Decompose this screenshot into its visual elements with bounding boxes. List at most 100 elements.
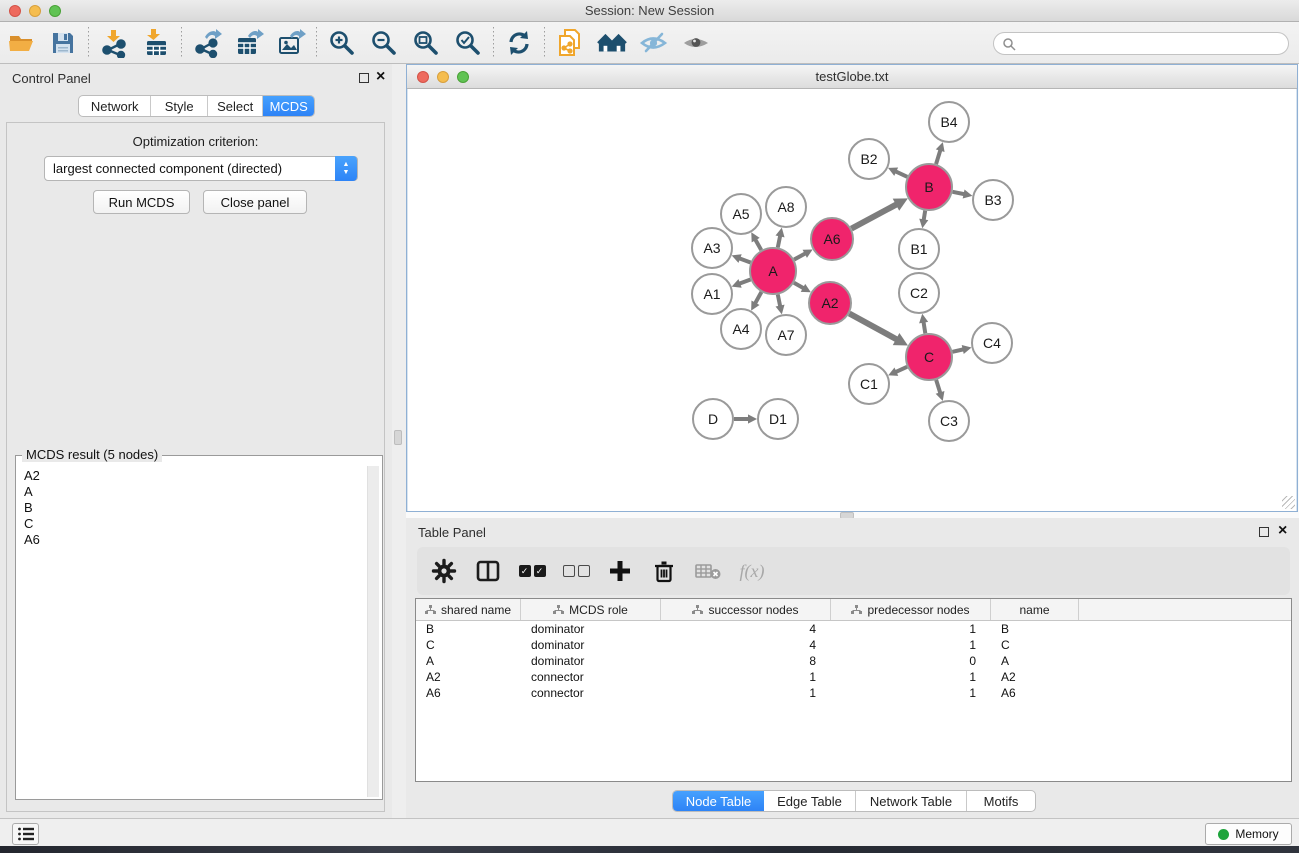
table-cell[interactable]: A6 <box>991 686 1079 700</box>
tab-edge-table[interactable]: Edge Table <box>764 791 856 811</box>
table-row[interactable]: Adominator80A <box>416 653 1291 669</box>
table-cell[interactable]: 1 <box>831 622 991 636</box>
table-row[interactable]: A2connector11A2 <box>416 669 1291 685</box>
graph-edge[interactable] <box>936 149 941 164</box>
graph-edge[interactable] <box>851 203 898 228</box>
export-table-button[interactable] <box>234 28 264 58</box>
table-cell[interactable]: C <box>416 638 521 652</box>
graph-edge[interactable] <box>895 367 907 373</box>
column-header-mcds-role[interactable]: MCDS role <box>521 599 661 620</box>
table-cell[interactable]: A2 <box>416 670 521 684</box>
table-body[interactable]: Bdominator41BCdominator41CAdominator80AA… <box>416 621 1291 701</box>
tab-style[interactable]: Style <box>151 96 208 116</box>
result-scrollbar[interactable] <box>367 466 379 797</box>
save-session-button[interactable] <box>48 28 78 58</box>
table-cell[interactable]: 1 <box>661 686 831 700</box>
table-cell[interactable]: 0 <box>831 654 991 668</box>
table-cell[interactable]: B <box>991 622 1079 636</box>
result-list-item[interactable]: C <box>24 516 362 532</box>
tab-motifs[interactable]: Motifs <box>967 791 1035 811</box>
graph-edge[interactable] <box>923 321 925 333</box>
zoom-out-button[interactable] <box>369 28 399 58</box>
result-list-item[interactable]: A <box>24 484 362 500</box>
close-table-panel-icon[interactable]: × <box>1278 521 1287 541</box>
close-panel-button[interactable]: Close panel <box>203 190 307 214</box>
tab-network-table[interactable]: Network Table <box>856 791 967 811</box>
zoom-in-button[interactable] <box>327 28 357 58</box>
graph-edge[interactable] <box>953 192 966 195</box>
clone-network-button[interactable] <box>555 28 585 58</box>
delete-column-button[interactable] <box>649 557 679 585</box>
table-cell[interactable]: connector <box>521 670 661 684</box>
graph-edge[interactable] <box>952 349 964 352</box>
network-graph[interactable]: B4B2BB3A5A8A6A3AB1A1A2C2A4A7C4C1CC3DD1 <box>408 90 1296 511</box>
column-header-predecessor-nodes[interactable]: predecessor nodes <box>831 599 991 620</box>
deselect-all-button[interactable] <box>561 557 591 585</box>
tab-network[interactable]: Network <box>79 96 151 116</box>
close-panel-icon[interactable]: × <box>376 67 385 87</box>
add-column-button[interactable] <box>605 557 635 585</box>
table-cell[interactable]: 4 <box>661 622 831 636</box>
export-network-button[interactable] <box>192 28 222 58</box>
table-cell[interactable]: dominator <box>521 654 661 668</box>
criterion-select[interactable]: largest connected component (directed) ▲… <box>44 156 358 181</box>
graph-edge[interactable] <box>755 239 761 250</box>
graph-edge[interactable] <box>936 380 940 394</box>
table-cell[interactable]: 4 <box>661 638 831 652</box>
table-cell[interactable]: connector <box>521 686 661 700</box>
run-mcds-button[interactable]: Run MCDS <box>93 190 190 214</box>
zoom-selected-button[interactable] <box>453 28 483 58</box>
tab-mcds[interactable]: MCDS <box>263 96 314 116</box>
select-all-button[interactable]: ✓✓ <box>517 557 547 585</box>
graph-edge[interactable] <box>778 235 781 248</box>
table-cell[interactable]: 1 <box>661 670 831 684</box>
result-list-item[interactable]: A6 <box>24 532 362 548</box>
graph-edge[interactable] <box>738 258 750 263</box>
table-cell[interactable]: 1 <box>831 638 991 652</box>
result-list-item[interactable]: B <box>24 500 362 516</box>
table-cell[interactable]: A <box>991 654 1079 668</box>
graph-edge[interactable] <box>755 292 762 304</box>
home-layout-button[interactable] <box>597 28 627 58</box>
table-cell[interactable]: A <box>416 654 521 668</box>
network-window-titlebar[interactable]: testGlobe.txt <box>407 65 1297 89</box>
graph-edge[interactable] <box>778 295 781 308</box>
memory-button[interactable]: Memory <box>1205 823 1292 845</box>
delete-table-button[interactable] <box>693 557 723 585</box>
float-table-panel-icon[interactable] <box>1259 527 1269 537</box>
table-cell[interactable]: B <box>416 622 521 636</box>
column-header-successor-nodes[interactable]: successor nodes <box>661 599 831 620</box>
table-cell[interactable]: 8 <box>661 654 831 668</box>
graph-edge[interactable] <box>849 314 898 341</box>
column-settings-button[interactable] <box>429 557 459 585</box>
hide-selected-button[interactable] <box>639 28 669 58</box>
graph-edge[interactable] <box>794 283 805 289</box>
table-cell[interactable]: 1 <box>831 686 991 700</box>
import-table-button[interactable] <box>141 28 171 58</box>
graph-edge[interactable] <box>738 279 750 284</box>
function-builder-button[interactable]: f(x) <box>737 557 767 585</box>
zoom-fit-button[interactable] <box>411 28 441 58</box>
show-columns-button[interactable] <box>473 557 503 585</box>
resize-grip-icon[interactable] <box>1282 496 1295 509</box>
table-cell[interactable]: C <box>991 638 1079 652</box>
search-input[interactable] <box>993 32 1289 55</box>
task-history-button[interactable] <box>12 823 39 845</box>
import-network-button[interactable] <box>99 28 129 58</box>
splitter-handle[interactable] <box>394 430 402 445</box>
table-cell[interactable]: dominator <box>521 638 661 652</box>
table-cell[interactable]: A6 <box>416 686 521 700</box>
result-list-item[interactable]: A2 <box>24 468 362 484</box>
tab-node-table[interactable]: Node Table <box>673 791 764 811</box>
table-row[interactable]: Cdominator41C <box>416 637 1291 653</box>
table-row[interactable]: A6connector11A6 <box>416 685 1291 701</box>
mcds-result-list[interactable]: A2ABCA6 <box>24 468 362 548</box>
refresh-layout-button[interactable] <box>504 28 534 58</box>
graph-edge[interactable] <box>794 253 806 260</box>
table-cell[interactable]: 1 <box>831 670 991 684</box>
table-cell[interactable]: dominator <box>521 622 661 636</box>
network-canvas[interactable]: B4B2BB3A5A8A6A3AB1A1A2C2A4A7C4C1CC3DD1 <box>408 90 1296 511</box>
table-cell[interactable]: A2 <box>991 670 1079 684</box>
tab-select[interactable]: Select <box>208 96 264 116</box>
show-all-button[interactable] <box>681 28 711 58</box>
